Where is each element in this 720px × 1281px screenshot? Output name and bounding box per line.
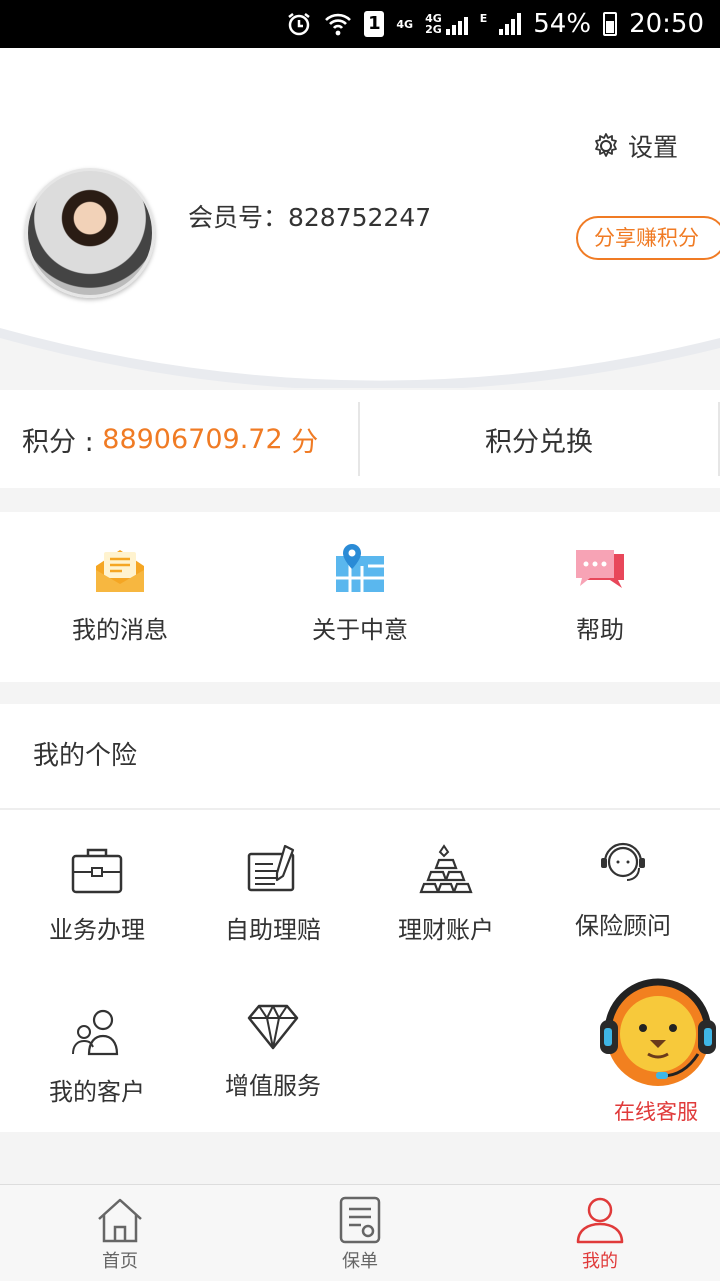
clock: 20:50 [629, 9, 704, 39]
tab-policy[interactable]: 保单 [240, 1185, 480, 1281]
member-number: 会员号：828752247 [188, 203, 432, 232]
about-label: 关于中意 [312, 616, 408, 644]
points-value: 88906709.72 [102, 423, 283, 455]
profile-header: 会员号：828752247 设置 分享赚积分 [0, 48, 720, 388]
wealth-account-label: 理财账户 [398, 916, 494, 944]
points-row: 积分 : 88906709.72 分 积分兑换 [0, 390, 720, 488]
points-balance: 积分 : 88906709.72 分 [0, 390, 358, 488]
status-bar: 1 4G 4G 2G E 54% 20:50 [0, 0, 720, 48]
tab-home[interactable]: 首页 [0, 1185, 240, 1281]
chat-bubble-icon [576, 550, 624, 588]
help-label: 帮助 [576, 616, 624, 644]
about-button[interactable]: 关于中意 [240, 512, 480, 682]
wealth-account-button[interactable]: 理财账户 [356, 842, 536, 945]
gear-icon [595, 133, 617, 157]
help-button[interactable]: 帮助 [480, 512, 720, 682]
insurance-advisor-button[interactable]: 保险顾问 [533, 838, 713, 941]
edit-document-icon [247, 844, 295, 892]
tab-home-label: 首页 [102, 1251, 138, 1272]
map-pin-icon [336, 544, 384, 592]
quick-actions: 我的消息 关于中意 帮助 [0, 512, 720, 682]
tab-mine[interactable]: 我的 [480, 1185, 720, 1281]
business-handling-button[interactable]: 业务办理 [7, 842, 187, 945]
self-claims-button[interactable]: 自助理赔 [183, 842, 363, 945]
points-unit: 分 [282, 426, 319, 458]
insurance-advisor-label: 保险顾问 [575, 912, 671, 940]
envelope-icon [96, 550, 144, 592]
tab-mine-label: 我的 [582, 1251, 618, 1272]
points-label: 积分 : [22, 426, 103, 458]
signal-bars [445, 13, 468, 35]
home-icon [98, 1198, 142, 1243]
value-added-services-button[interactable]: 增值服务 [183, 998, 363, 1101]
header-wave-decoration [0, 328, 720, 388]
share-earn-points-button[interactable]: 分享赚积分 [576, 216, 720, 260]
online-customer-service-button[interactable]: 在线客服 [598, 972, 718, 1124]
online-customer-service-label: 在线客服 [614, 1100, 698, 1124]
section-title: 我的个险 [0, 704, 720, 810]
battery-percent: 54% [533, 9, 592, 39]
wifi-icon [325, 13, 352, 36]
my-customers-button[interactable]: 我的客户 [7, 1004, 187, 1107]
customers-icon [72, 1009, 119, 1056]
signal-2g-icon: 4G 2G [425, 13, 468, 35]
alarm-icon [288, 13, 311, 36]
self-claims-label: 自助理赔 [225, 916, 321, 944]
gold-bars-icon [419, 844, 473, 894]
briefcase-icon [71, 848, 123, 894]
tab-policy-label: 保单 [342, 1251, 378, 1272]
bottom-tab-bar: 首页 保单 我的 [0, 1184, 720, 1281]
points-exchange-button[interactable]: 积分兑换 [360, 402, 720, 476]
cell-signal-bars [499, 13, 522, 35]
value-added-services-label: 增值服务 [225, 1072, 321, 1100]
signal-4g-icon: 4G [396, 17, 414, 31]
settings-button[interactable]: 设置 [592, 128, 678, 164]
my-messages-label: 我的消息 [72, 616, 168, 644]
lion-mascot-icon [600, 978, 716, 1086]
avatar[interactable] [25, 168, 155, 298]
net-2g-label: 2G [425, 23, 442, 36]
user-icon [576, 1197, 624, 1244]
diamond-icon [247, 1004, 299, 1050]
settings-label: 设置 [628, 133, 679, 162]
sim-1-icon: 1 [364, 11, 385, 37]
my-messages-button[interactable]: 我的消息 [0, 512, 240, 682]
my-customers-label: 我的客户 [49, 1078, 145, 1106]
headset-agent-icon [601, 842, 645, 881]
battery-icon [603, 12, 618, 36]
policy-icon [339, 1196, 381, 1244]
edge-signal-icon: E [479, 11, 488, 25]
business-handling-label: 业务办理 [49, 916, 145, 944]
